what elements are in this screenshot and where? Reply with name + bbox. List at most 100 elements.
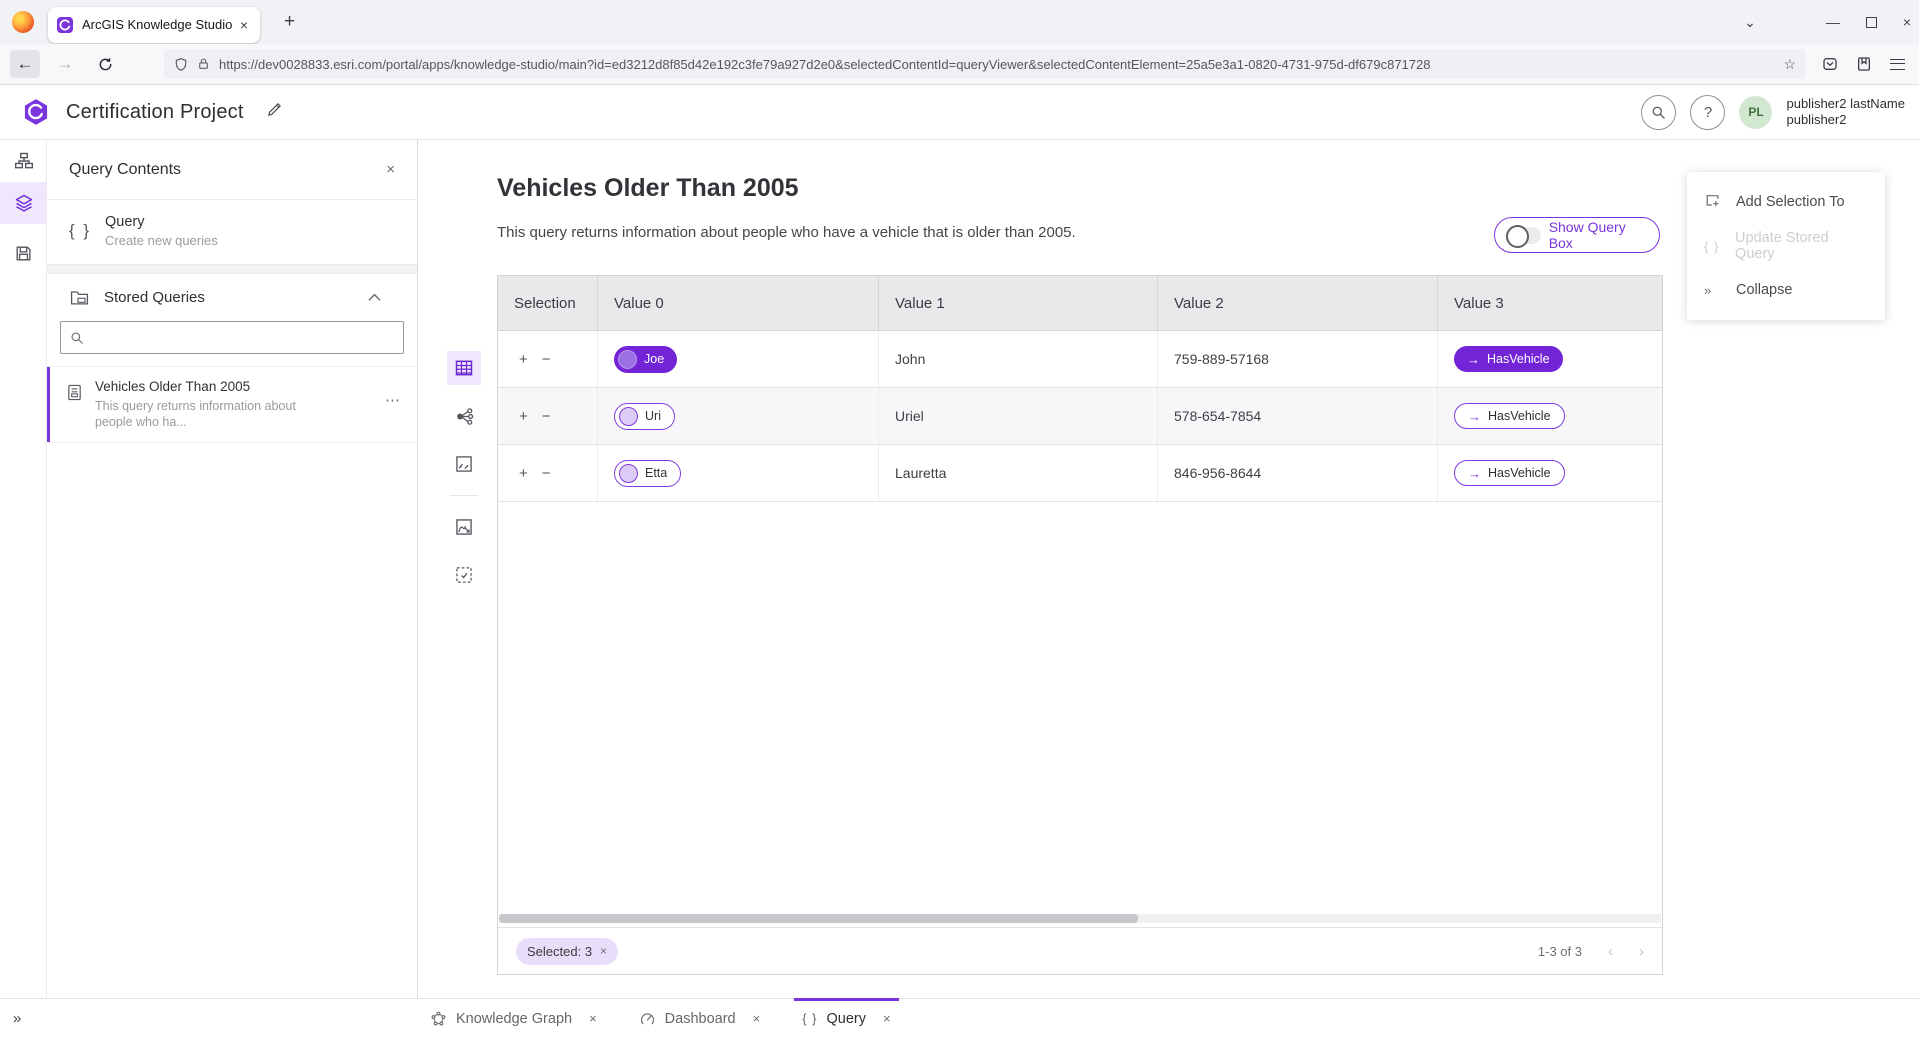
maximize-button[interactable] [1866,17,1877,28]
search-input[interactable] [92,330,394,345]
help-icon: ? [1704,104,1712,121]
lock-icon [197,57,210,71]
chevron-up-icon[interactable] [368,293,381,302]
menu-item-collapse[interactable]: » Collapse [1687,268,1885,312]
add-to-selection-button[interactable]: + [519,351,528,368]
expand-panel-icon[interactable]: » [13,999,20,1038]
minimize-button[interactable]: — [1826,14,1840,30]
table-row[interactable]: + − Joe John 759-889-57168 →HasVehicle [498,331,1662,388]
tab-close-icon[interactable]: × [581,1011,597,1026]
panel-close-icon[interactable]: × [386,161,395,178]
cell-value1: John [879,331,1158,387]
tab-title: ArcGIS Knowledge Studio [82,17,236,32]
entity-pill[interactable]: Uri [614,403,675,430]
menu-item-update-stored-query[interactable]: { } Update Stored Query [1687,224,1885,268]
query-contents-panel: Query Contents × { } Query Create new qu… [47,140,418,998]
map-view-button[interactable] [447,447,481,481]
stored-queries-search[interactable] [60,321,404,354]
table-row[interactable]: + − Uri Uriel 578-654-7854 →HasVehicle [498,388,1662,445]
help-button[interactable]: ? [1690,95,1725,130]
pocket-icon[interactable] [1822,56,1838,72]
rail-item-contents[interactable] [0,140,47,182]
menu-icon[interactable] [1890,59,1905,70]
braces-icon: { } [69,221,105,241]
table-view-button[interactable] [447,351,481,385]
add-to-selection-button[interactable]: + [519,408,528,425]
tab-close-icon[interactable]: × [745,1011,761,1026]
relationship-pill[interactable]: →HasVehicle [1454,460,1565,486]
url-bar[interactable]: https://dev0028833.esri.com/portal/apps/… [164,49,1806,79]
entity-pill[interactable]: Etta [614,460,681,487]
add-to-selection-button[interactable]: + [519,465,528,482]
tab-query[interactable]: { } Query × [794,999,898,1038]
toggle-switch[interactable] [1507,227,1541,244]
browser-tab-arcgis[interactable]: ArcGIS Knowledge Studio × [48,7,260,43]
save-icon [14,244,33,263]
rail-item-save[interactable] [0,232,47,274]
user-name[interactable]: publisher2 lastName publisher2 [1786,96,1905,128]
library-icon[interactable] [1856,56,1872,72]
tab-dashboard[interactable]: Dashboard × [631,999,769,1038]
query-viewer: Vehicles Older Than 2005 This query retu… [418,140,1919,998]
selection-tools-button[interactable] [447,558,481,592]
remove-from-selection-button[interactable]: − [542,351,551,368]
stored-query-description: This query returns information about peo… [95,398,305,430]
tab-close-icon[interactable]: × [875,1011,891,1026]
entity-pill[interactable]: Joe [614,346,677,373]
view-toolbar [447,351,481,606]
more-options-icon[interactable]: ⋯ [385,379,401,409]
menu-item-add-selection-to[interactable]: Add Selection To [1687,180,1885,224]
arcgis-knowledge-favicon [56,16,74,34]
app-header: Certification Project ? PL publisher2 la… [0,85,1919,140]
dashed-selection-icon [454,565,474,585]
remove-from-selection-button[interactable]: − [542,465,551,482]
page-description: This query returns information about peo… [497,224,1076,241]
new-tab-button[interactable]: + [276,9,303,35]
rail-item-layers[interactable] [0,182,47,224]
relationship-pill[interactable]: →HasVehicle [1454,403,1565,429]
list-all-tabs-icon[interactable]: ⌄ [1744,14,1756,31]
folder-icon [69,288,90,307]
stored-query-item[interactable]: Vehicles Older Than 2005 This query retu… [47,366,417,443]
entity-dot-icon [618,350,637,369]
arrow-icon: → [1467,352,1480,367]
project-title: Certification Project [66,101,244,124]
search-button[interactable] [1641,95,1676,130]
bookmark-star-icon[interactable]: ☆ [1783,56,1796,73]
edit-title-icon[interactable] [266,101,283,123]
table-row[interactable]: + − Etta Lauretta 846-956-8644 →HasVehic… [498,445,1662,502]
braces-icon: { } [802,1011,817,1026]
window-close-button[interactable]: × [1903,14,1911,30]
collapse-icon: » [1704,283,1736,298]
add-selection-icon [1704,193,1736,212]
back-button[interactable]: ← [10,50,40,78]
reload-button[interactable] [90,50,120,78]
scrollbar-thumb[interactable] [499,914,1138,923]
next-page-icon[interactable]: › [1639,943,1644,960]
shield-icon [174,57,188,72]
dashboard-gauge-icon [639,1010,656,1027]
horizontal-scrollbar[interactable] [499,914,1661,923]
remove-from-selection-button[interactable]: − [542,408,551,425]
firefox-icon[interactable] [12,11,34,33]
forward-button[interactable]: → [50,50,80,78]
cell-value2: 759-889-57168 [1158,331,1438,387]
entity-dot-icon [619,407,638,426]
clear-selection-icon[interactable]: × [600,944,607,958]
selected-count-chip[interactable]: Selected: 3 × [516,938,618,965]
new-map-from-selection-button[interactable] [447,510,481,544]
show-query-box-toggle[interactable]: Show Query Box [1494,217,1660,253]
relationship-pill[interactable]: →HasVehicle [1454,346,1563,372]
query-item[interactable]: { } Query Create new queries [47,200,417,264]
link-chart-view-button[interactable] [447,399,481,433]
pagination-range: 1-3 of 3 [1538,944,1582,959]
tab-close-icon[interactable]: × [236,17,252,33]
stored-queries-header[interactable]: Stored Queries [47,274,417,317]
tab-knowledge-graph[interactable]: Knowledge Graph × [422,999,605,1038]
table-footer: Selected: 3 × 1-3 of 3 ‹ › [498,927,1662,974]
avatar[interactable]: PL [1739,96,1772,129]
search-icon [70,331,84,345]
prev-page-icon[interactable]: ‹ [1608,943,1613,960]
browser-navbar: ← → https://dev0028833.esri.com/portal/a… [0,44,1919,85]
page-title: Vehicles Older Than 2005 [497,174,799,203]
